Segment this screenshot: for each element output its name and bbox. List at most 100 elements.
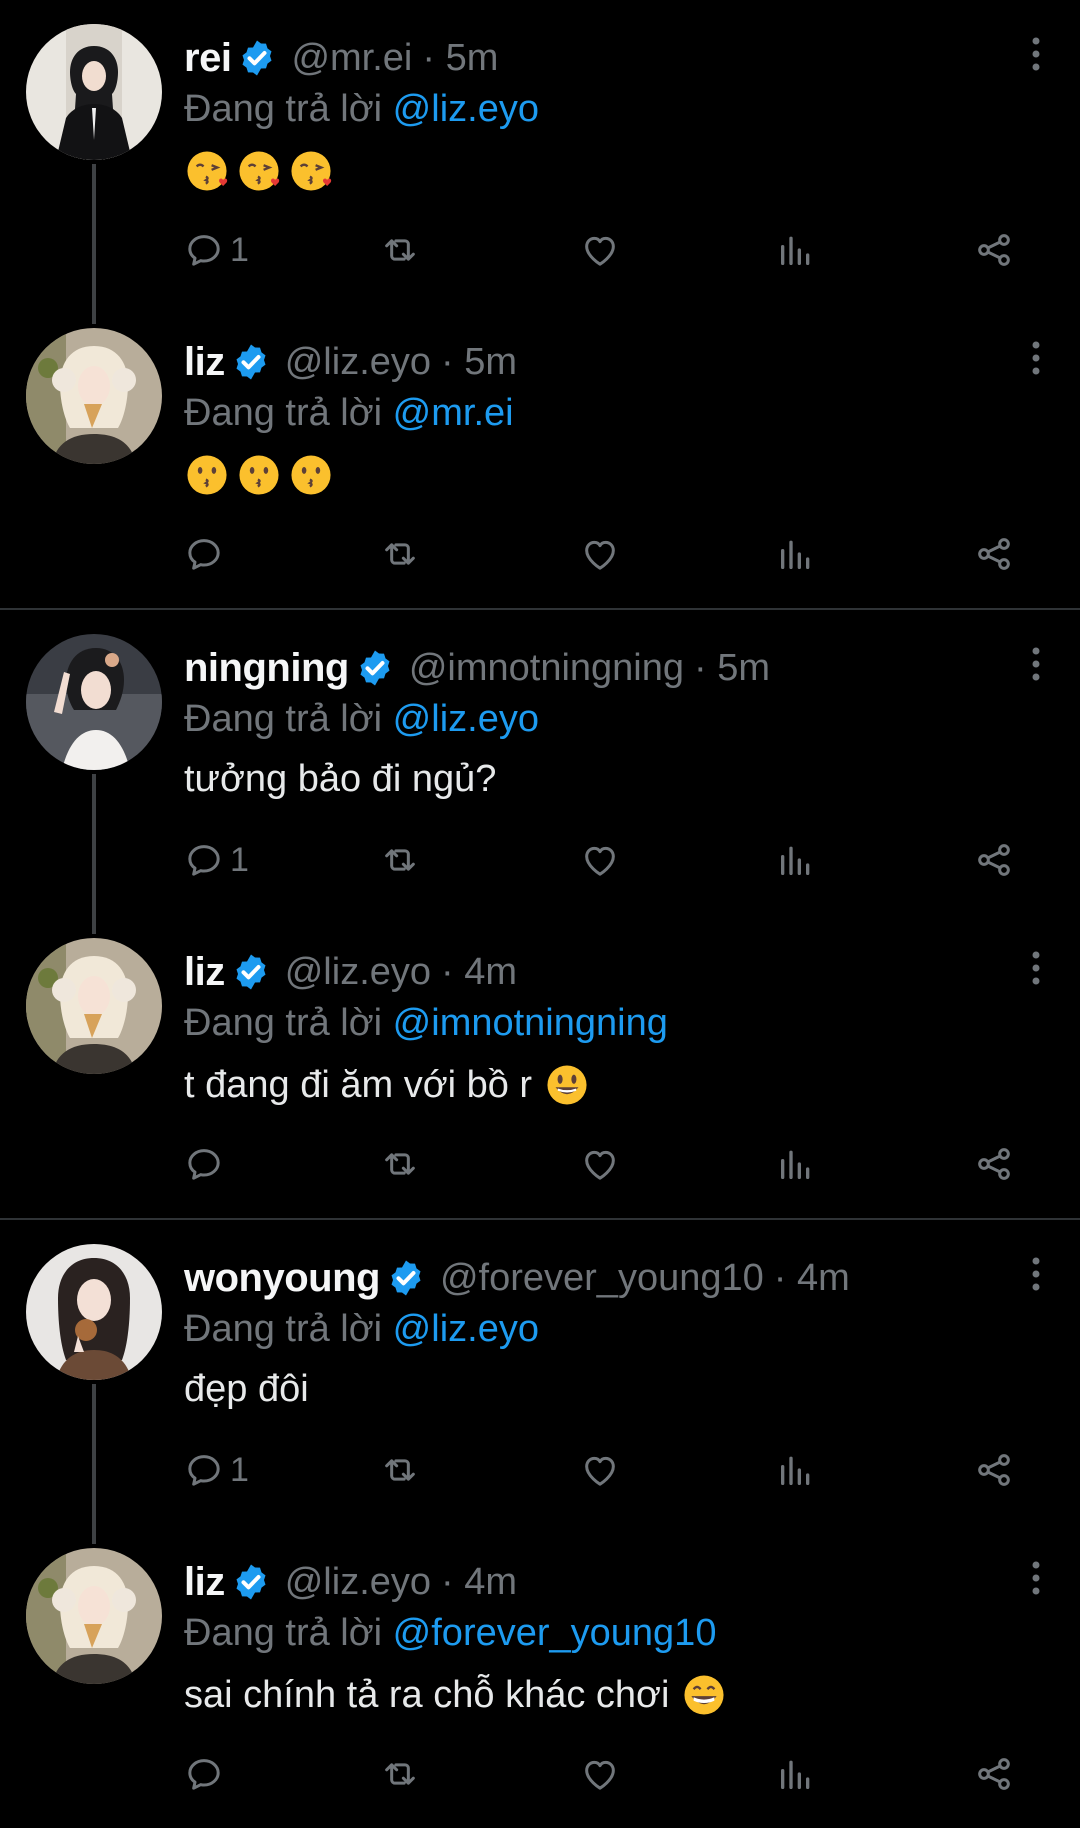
reply-button[interactable] xyxy=(184,1752,230,1796)
tweet-actions xyxy=(184,1752,1040,1800)
avatar[interactable] xyxy=(26,634,162,770)
tweet[interactable]: ningning @imnotningning · 5m Đang trả lờ… xyxy=(0,610,1080,934)
tweet-actions xyxy=(184,532,1040,580)
display-name[interactable]: liz xyxy=(184,340,225,385)
display-name[interactable]: wonyoung xyxy=(184,1256,380,1301)
views-button[interactable] xyxy=(776,1752,816,1796)
kiss-face-emoji-icon xyxy=(291,151,332,191)
like-button[interactable] xyxy=(580,1448,620,1492)
retweet-button[interactable] xyxy=(380,838,420,882)
mention-link[interactable]: @forever_young10 xyxy=(393,1612,717,1654)
like-button[interactable] xyxy=(580,228,620,272)
share-button[interactable] xyxy=(974,838,1014,882)
tweet-text: tưởng bảo đi ngủ? xyxy=(184,758,496,801)
thread-connector xyxy=(92,164,96,324)
retweet-button[interactable] xyxy=(380,1142,420,1186)
kissing-face-emoji-icon xyxy=(291,455,331,495)
views-icon xyxy=(781,1760,810,1789)
share-icon xyxy=(978,538,1010,570)
more-options-icon[interactable] xyxy=(1026,950,1046,986)
share-button[interactable] xyxy=(974,532,1014,576)
like-button[interactable] xyxy=(580,1142,620,1186)
views-button[interactable] xyxy=(776,228,816,272)
avatar[interactable] xyxy=(26,938,162,1074)
avatar[interactable] xyxy=(26,328,162,464)
user-handle[interactable]: @liz.eyo xyxy=(285,951,431,994)
display-name[interactable]: liz xyxy=(184,950,225,995)
heart-icon xyxy=(585,846,615,876)
mention-link[interactable]: @mr.ei xyxy=(393,392,514,434)
more-options-icon[interactable] xyxy=(1026,1256,1046,1292)
reply-button[interactable] xyxy=(184,1142,230,1186)
thread-connector xyxy=(92,1384,96,1544)
tweet-body: đẹp đôi xyxy=(184,1368,309,1410)
user-handle[interactable]: @forever_young10 xyxy=(440,1257,764,1300)
verified-badge-icon xyxy=(360,650,390,686)
share-button[interactable] xyxy=(974,1448,1014,1492)
reply-context: Đang trả lời @liz.eyo xyxy=(184,698,539,741)
retweet-button[interactable] xyxy=(380,532,420,576)
user-handle[interactable]: @mr.ei xyxy=(291,37,412,80)
tweet-body: sai chính tả ra chỗ khác chơi xyxy=(184,1673,670,1716)
views-button[interactable] xyxy=(776,838,816,882)
like-button[interactable] xyxy=(580,838,620,882)
tweet[interactable]: liz @liz.eyo · 4m Đang trả lời @imnotnin… xyxy=(0,914,1080,1218)
reply-icon xyxy=(188,1149,220,1180)
heart-icon xyxy=(585,1760,615,1790)
share-button[interactable] xyxy=(974,228,1014,272)
mention-link[interactable]: @liz.eyo xyxy=(393,1308,539,1350)
retweet-button[interactable] xyxy=(380,228,420,272)
views-button[interactable] xyxy=(776,1142,816,1186)
smiling-face-emoji-icon xyxy=(547,1065,587,1105)
tweet-text: sai chính tả ra chỗ khác chơi xyxy=(184,1672,733,1718)
retweet-icon xyxy=(385,1153,415,1175)
tweet[interactable]: liz @liz.eyo · 4m Đang trả lời @forever_… xyxy=(0,1524,1080,1828)
verified-badge-icon xyxy=(236,1564,266,1600)
reply-prefix: Đang trả lời xyxy=(184,698,383,740)
like-button[interactable] xyxy=(580,532,620,576)
tweet-actions: 1 xyxy=(184,1448,1040,1496)
mention-link[interactable]: @liz.eyo xyxy=(393,698,539,740)
user-handle[interactable]: @imnotningning xyxy=(409,647,684,690)
display-name[interactable]: ningning xyxy=(184,646,349,691)
avatar[interactable] xyxy=(26,1548,162,1684)
user-handle[interactable]: @liz.eyo xyxy=(285,1561,431,1604)
more-options-icon[interactable] xyxy=(1026,646,1046,682)
kissing-face-emoji-icon xyxy=(187,455,227,495)
retweet-button[interactable] xyxy=(380,1752,420,1796)
mention-link[interactable]: @liz.eyo xyxy=(393,88,539,130)
reply-prefix: Đang trả lời xyxy=(184,1002,383,1044)
display-name[interactable]: rei xyxy=(184,36,232,81)
share-button[interactable] xyxy=(974,1752,1014,1796)
reply-button[interactable]: 1 xyxy=(184,838,249,882)
avatar[interactable] xyxy=(26,1244,162,1380)
like-button[interactable] xyxy=(580,1752,620,1796)
reply-button[interactable]: 1 xyxy=(184,1448,249,1492)
reply-context: Đang trả lời @imnotningning xyxy=(184,1002,668,1045)
views-button[interactable] xyxy=(776,1448,816,1492)
more-options-icon[interactable] xyxy=(1026,340,1046,376)
tweet[interactable]: rei @mr.ei · 5m Đang trả lời @liz.eyo 1 xyxy=(0,0,1080,324)
share-icon xyxy=(978,1148,1010,1180)
heart-icon xyxy=(585,540,615,570)
more-options-icon[interactable] xyxy=(1026,1560,1046,1596)
more-options-icon[interactable] xyxy=(1026,36,1046,72)
reply-button[interactable] xyxy=(184,532,230,576)
timestamp: · 4m xyxy=(773,1256,850,1299)
display-name[interactable]: liz xyxy=(184,1560,225,1605)
tweet[interactable]: wonyoung @forever_young10 · 4m Đang trả … xyxy=(0,1220,1080,1544)
avatar[interactable] xyxy=(26,24,162,160)
reply-count: 1 xyxy=(230,1450,249,1489)
share-button[interactable] xyxy=(974,1142,1014,1186)
views-icon xyxy=(781,540,810,569)
tweet[interactable]: liz @liz.eyo · 5m Đang trả lời @mr.ei xyxy=(0,304,1080,608)
retweet-icon xyxy=(385,1459,415,1481)
retweet-button[interactable] xyxy=(380,1448,420,1492)
views-button[interactable] xyxy=(776,532,816,576)
timestamp: · 4m xyxy=(441,1560,518,1603)
user-handle[interactable]: @liz.eyo xyxy=(285,341,431,384)
mention-link[interactable]: @imnotningning xyxy=(393,1002,668,1044)
share-icon xyxy=(978,1454,1010,1486)
kissing-face-emoji-icon xyxy=(239,455,279,495)
reply-button[interactable]: 1 xyxy=(184,228,249,272)
